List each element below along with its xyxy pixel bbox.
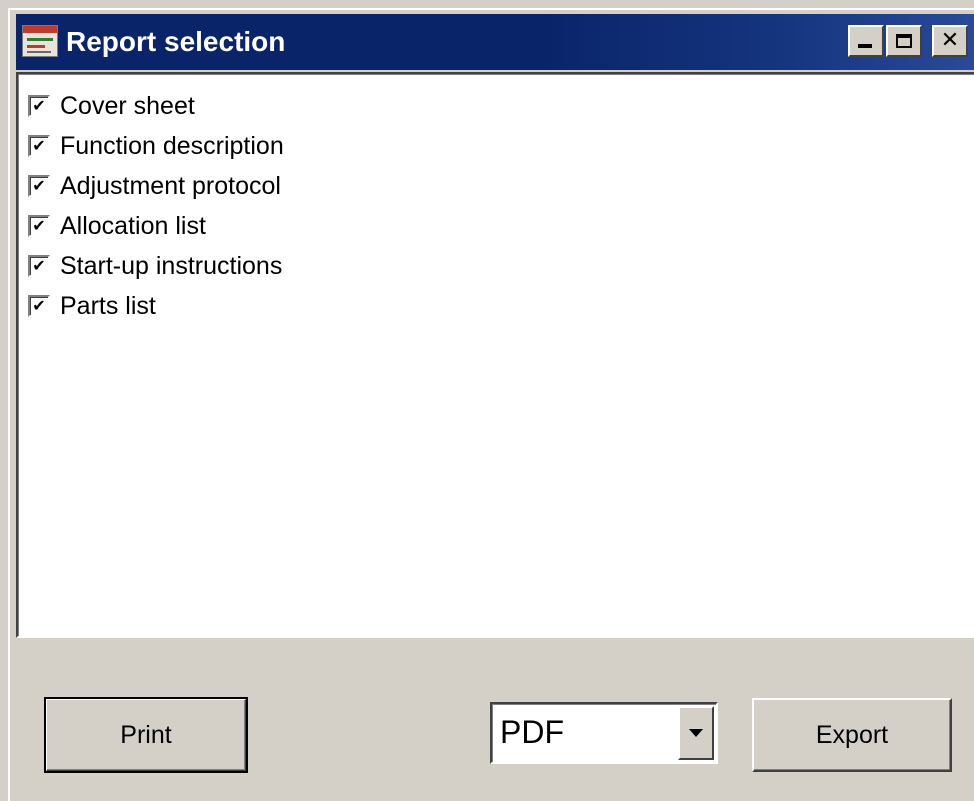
export-format-select[interactable]: PDF bbox=[490, 702, 718, 764]
checkmark-icon: ✔ bbox=[32, 216, 46, 235]
checkmark-icon: ✔ bbox=[32, 136, 46, 155]
item-label: Adjustment protocol bbox=[60, 171, 281, 200]
report-selection-window: Report selection ✕ ✔ Cover sheet ✔ Funct… bbox=[8, 8, 974, 801]
chevron-down-icon bbox=[689, 729, 703, 737]
list-item-function-description[interactable]: ✔ Function description bbox=[28, 130, 284, 162]
window-title: Report selection bbox=[66, 26, 286, 57]
item-label: Cover sheet bbox=[60, 91, 195, 120]
list-item-start-up-instructions[interactable]: ✔ Start-up instructions bbox=[28, 250, 282, 282]
checkbox[interactable]: ✔ bbox=[28, 135, 50, 157]
checkbox[interactable]: ✔ bbox=[28, 215, 50, 237]
checkbox[interactable]: ✔ bbox=[28, 175, 50, 197]
close-icon: ✕ bbox=[940, 28, 960, 53]
export-button[interactable]: Export bbox=[752, 698, 952, 772]
checkmark-icon: ✔ bbox=[32, 96, 46, 115]
close-button[interactable]: ✕ bbox=[932, 25, 968, 57]
list-item-parts-list[interactable]: ✔ Parts list bbox=[28, 290, 156, 322]
minimize-button[interactable] bbox=[848, 25, 884, 57]
checkbox[interactable]: ✔ bbox=[28, 295, 50, 317]
dropdown-button[interactable] bbox=[678, 706, 714, 760]
checkmark-icon: ✔ bbox=[32, 176, 46, 195]
item-label: Parts list bbox=[60, 291, 156, 320]
item-label: Allocation list bbox=[60, 211, 206, 240]
app-document-icon bbox=[22, 25, 58, 57]
list-item-cover-sheet[interactable]: ✔ Cover sheet bbox=[28, 90, 195, 122]
maximize-button[interactable] bbox=[886, 25, 922, 57]
checkmark-icon: ✔ bbox=[32, 296, 46, 315]
minimize-icon bbox=[858, 44, 872, 48]
item-label: Start-up instructions bbox=[60, 251, 283, 280]
list-item-adjustment-protocol[interactable]: ✔ Adjustment protocol bbox=[28, 170, 281, 202]
title-bar[interactable]: Report selection ✕ bbox=[16, 14, 974, 70]
checkmark-icon: ✔ bbox=[32, 256, 46, 275]
item-label: Function description bbox=[60, 131, 284, 160]
checkbox[interactable]: ✔ bbox=[28, 95, 50, 117]
checkbox[interactable]: ✔ bbox=[28, 255, 50, 277]
maximize-icon bbox=[896, 34, 912, 48]
list-item-allocation-list[interactable]: ✔ Allocation list bbox=[28, 210, 206, 242]
export-format-value: PDF bbox=[500, 714, 564, 750]
print-button[interactable]: Print bbox=[44, 697, 248, 773]
report-list[interactable]: ✔ Cover sheet ✔ Function description ✔ A… bbox=[16, 72, 974, 638]
